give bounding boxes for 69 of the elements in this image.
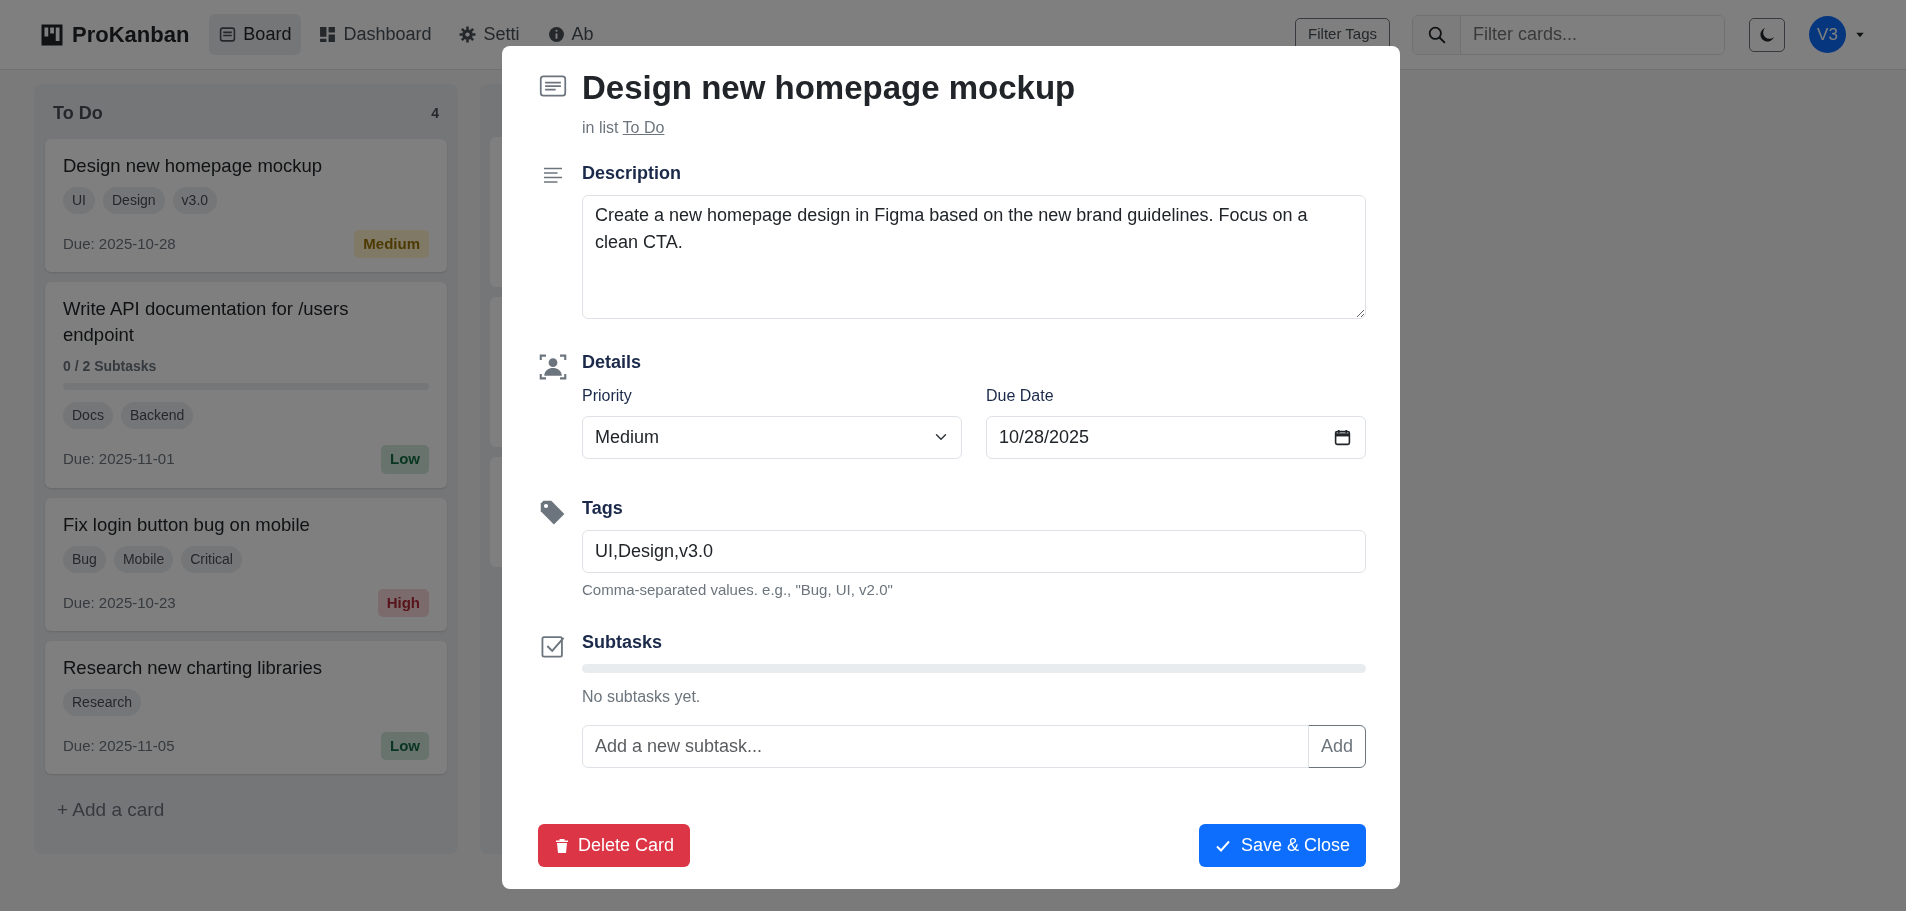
nav-link[interactable]: Ab: [537, 14, 604, 55]
tags-field[interactable]: UI,Design,v3.0: [582, 529, 1366, 573]
tag-pill: Research: [63, 688, 141, 716]
save-button[interactable]: Save & Close: [1198, 824, 1366, 867]
delete-button[interactable]: Delete Card: [538, 824, 691, 867]
calendar-icon[interactable]: [1334, 428, 1351, 446]
card-title: Fix login button bug on mobile: [63, 512, 311, 537]
add-subtask-button[interactable]: Add: [1307, 725, 1366, 769]
search-field[interactable]: Filter cards...: [1412, 14, 1725, 55]
priority-badge: High: [377, 588, 429, 618]
task-card[interactable]: Design new homepage mockup UI Design v3.0 Due: 2025-10-28 Medium: [45, 139, 447, 273]
card-title: Research new charting libraries: [63, 656, 324, 681]
field-label: Priority: [582, 385, 633, 406]
tag-pill: Bug: [63, 545, 106, 573]
empty-message: No subtasks yet.: [582, 687, 702, 708]
section-label: Subtasks: [582, 631, 664, 655]
section-label: Description: [582, 161, 683, 185]
list-caption: in list To Do: [582, 117, 666, 138]
task-card[interactable]: Research new charting libraries Research Due: 2025-11-05 Low: [45, 641, 447, 775]
tag-pill: UI: [63, 186, 95, 214]
gear-icon: [459, 26, 477, 43]
priority-badge: Low: [381, 731, 429, 761]
priority-select[interactable]: Medium: [582, 415, 962, 459]
subtask-field[interactable]: Add a new subtask...: [582, 725, 1309, 769]
priority-badge: Medium: [354, 229, 429, 259]
add-card-button[interactable]: + Add a card: [45, 784, 447, 837]
due-date: Due: 2025-11-05: [63, 735, 175, 756]
info-icon: [547, 26, 565, 43]
user-avatar[interactable]: V3: [1809, 16, 1846, 53]
task-card[interactable]: Fix login button bug on mobile Bug Mobile Critical Due: 2025-10-23 High: [45, 497, 447, 632]
tag-pill: Backend: [120, 402, 194, 430]
search-icon: [1427, 25, 1446, 44]
trash-icon: [554, 837, 570, 854]
date-field[interactable]: 10/28/2025: [986, 415, 1366, 459]
brand-name[interactable]: ProKanban: [72, 18, 190, 51]
kanban-logo-icon: [40, 22, 64, 47]
checkbox-icon: [540, 633, 566, 660]
card-title: Design new homepage mockup: [63, 154, 324, 178]
section-label: Details: [582, 350, 643, 374]
card-count: 4: [431, 104, 439, 123]
tag-pill: Docs: [63, 402, 113, 430]
person-badge-icon: [539, 352, 567, 381]
due-date: Due: 2025-10-28: [63, 233, 176, 254]
tag-pill: Design: [103, 186, 165, 214]
nav-link[interactable]: Board: [209, 14, 302, 55]
list-link[interactable]: To Do: [622, 118, 665, 136]
task-card[interactable]: Write API documentation for /users endpoint 0 / 2 Subtasks Docs Backend Due: 2025-11-01 Low: [45, 282, 447, 488]
field-label: Due Date: [986, 385, 1055, 406]
tag-icon: [539, 498, 567, 527]
tag-pill: v3.0: [172, 186, 218, 214]
board-icon: [219, 26, 237, 43]
column-title: To Do: [53, 102, 103, 125]
theme-toggle-button[interactable]: [1749, 17, 1785, 52]
card-title: Write API documentation for /users endpoint: [63, 297, 350, 348]
nav-link[interactable]: Setti: [449, 14, 530, 55]
priority-badge: Low: [381, 445, 429, 474]
help-text: Comma-separated values. e.g., "Bug, UI, v2.0": [582, 579, 894, 600]
description-field[interactable]: Create a new homepage design in Figma based on the new brand guidelines. Focus on a clean CTA.: [582, 194, 1366, 319]
subtask-count: 0 / 2 Subtasks: [63, 357, 158, 377]
date-value: 10/28/2025: [999, 425, 1090, 449]
moon-icon: [1759, 26, 1775, 43]
tag-pill: Mobile: [113, 545, 174, 573]
section-label: Tags: [582, 496, 624, 520]
tag-pill: Critical: [181, 545, 242, 573]
card-title-heading: Design new homepage mockup: [582, 68, 1077, 108]
dashboard-icon: [319, 26, 337, 43]
due-date: Due: 2025-10-23: [63, 592, 176, 613]
due-date: Due: 2025-11-01: [63, 449, 175, 470]
nav-link[interactable]: Dashboard: [309, 14, 442, 55]
